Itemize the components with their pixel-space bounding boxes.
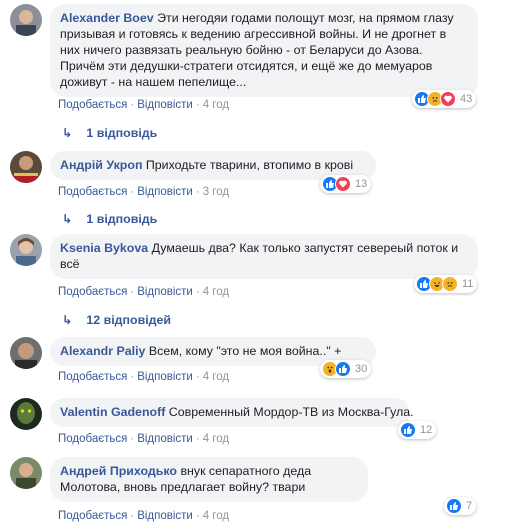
- timestamp[interactable]: 4 год: [203, 510, 229, 522]
- comment-bubble: Alexander Boev Эти негодяи годами полощу…: [50, 4, 478, 97]
- like-link[interactable]: Подобається: [58, 433, 127, 445]
- reaction-count: 12: [420, 424, 433, 436]
- replies-count: 1 відповідь: [86, 126, 158, 140]
- comment-actions: Подобається · Відповісти · 4 год: [58, 371, 230, 383]
- reply-link[interactable]: Відповісти: [137, 99, 193, 111]
- comment-author[interactable]: Alexander Boev: [60, 11, 154, 25]
- reaction-count: 7: [466, 500, 473, 512]
- replies-count: 12 відповідей: [86, 313, 172, 327]
- sad-reaction-icon: [442, 276, 458, 292]
- like-link[interactable]: Подобається: [58, 186, 127, 198]
- comment-author[interactable]: Valentin Gadenoff: [60, 405, 165, 419]
- comment-bubble: Андрей Приходько внук сепаратного деда М…: [50, 457, 368, 502]
- love-reaction-icon: [440, 91, 456, 107]
- reaction-count: 11: [462, 278, 474, 290]
- comment-text: Приходьте тварини, втопимо в крові: [145, 158, 354, 172]
- avatar[interactable]: [10, 4, 42, 36]
- comment-text: Всем, кому "это не моя война.." +: [148, 344, 342, 358]
- comment-bubble: Ksenia Bykova Думаешь два? Как только за…: [50, 234, 478, 279]
- reaction-summary[interactable]: 12: [398, 421, 437, 439]
- comment-text: Современный Мордор-ТВ из Москва-Гула.: [168, 405, 414, 419]
- avatar[interactable]: [10, 234, 42, 266]
- comment-author[interactable]: Андрей Приходько: [60, 464, 177, 478]
- like-link[interactable]: Подобається: [58, 510, 127, 522]
- reaction-summary[interactable]: 7: [444, 497, 477, 515]
- comment-bubble: Valentin Gadenoff Современный Мордор-ТВ …: [50, 398, 414, 427]
- reply-arrow-icon: ↳: [62, 126, 73, 140]
- comment-author[interactable]: Ksenia Bykova: [60, 241, 148, 255]
- reaction-count: 13: [355, 178, 368, 190]
- avatar[interactable]: [10, 337, 42, 369]
- like-reaction-icon: [400, 422, 416, 438]
- love-reaction-icon: [335, 176, 351, 192]
- reply-link[interactable]: Відповісти: [137, 371, 193, 383]
- comment-author[interactable]: Андрій Укроп: [60, 158, 142, 172]
- timestamp[interactable]: 4 год: [203, 371, 229, 383]
- like-link[interactable]: Подобається: [58, 99, 127, 111]
- reaction-count: 43: [460, 93, 473, 105]
- avatar[interactable]: [10, 151, 42, 183]
- timestamp[interactable]: 3 год: [203, 186, 229, 198]
- view-replies-link[interactable]: ↳ 12 відповідей: [62, 312, 171, 327]
- reply-link[interactable]: Відповісти: [137, 186, 193, 198]
- avatar[interactable]: [10, 398, 42, 430]
- reply-link[interactable]: Відповісти: [137, 510, 193, 522]
- like-reaction-icon: [446, 498, 462, 514]
- timestamp[interactable]: 4 год: [203, 433, 229, 445]
- like-link[interactable]: Подобається: [58, 286, 127, 298]
- view-replies-link[interactable]: ↳ 1 відповідь: [62, 211, 157, 226]
- reaction-summary[interactable]: 13: [320, 175, 372, 193]
- view-replies-link[interactable]: ↳ 1 відповідь: [62, 125, 157, 140]
- like-reaction-icon: [335, 361, 351, 377]
- reply-arrow-icon: ↳: [62, 313, 73, 327]
- reply-arrow-icon: ↳: [62, 212, 73, 226]
- comment-actions: Подобається · Відповісти · 4 год: [58, 286, 230, 298]
- reply-link[interactable]: Відповісти: [137, 433, 193, 445]
- comment-actions: Подобається · Відповісти · 4 год: [58, 510, 230, 522]
- comment-actions: Подобається · Відповісти · 4 год: [58, 433, 230, 445]
- reaction-summary[interactable]: 43: [412, 90, 477, 108]
- timestamp[interactable]: 4 год: [203, 286, 229, 298]
- avatar[interactable]: [10, 457, 42, 489]
- reaction-summary[interactable]: 30: [320, 360, 372, 378]
- comment-actions: Подобається · Відповісти · 4 год: [58, 99, 230, 111]
- comment-author[interactable]: Alexandr Paliy: [60, 344, 145, 358]
- like-link[interactable]: Подобається: [58, 371, 127, 383]
- reply-link[interactable]: Відповісти: [137, 286, 193, 298]
- comment-actions: Подобається · Відповісти · 3 год: [58, 186, 230, 198]
- timestamp[interactable]: 4 год: [203, 99, 229, 111]
- replies-count: 1 відповідь: [86, 212, 158, 226]
- reaction-summary[interactable]: 11: [414, 275, 478, 293]
- reaction-count: 30: [355, 363, 368, 375]
